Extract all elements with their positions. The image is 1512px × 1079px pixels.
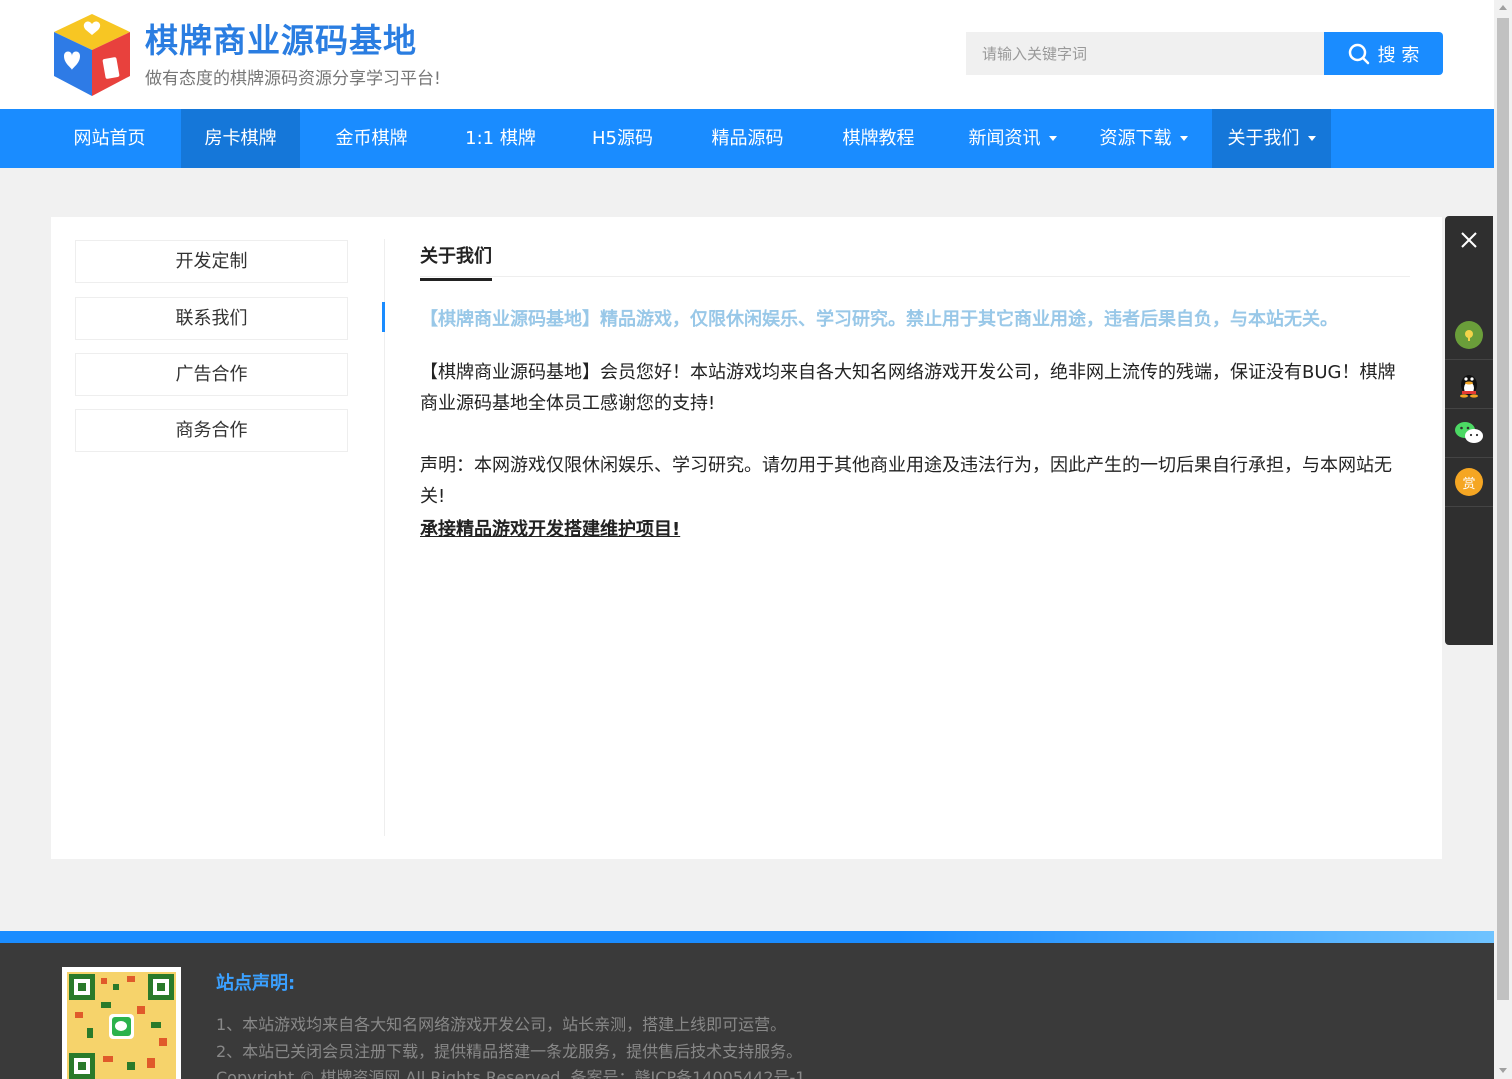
scroll-thumb[interactable] — [1497, 18, 1509, 1000]
sidebar-item-custom-dev[interactable]: 开发定制 — [75, 240, 348, 283]
wechat-qr-code — [62, 967, 181, 1079]
disclaimer-paragraph: 声明：本网游戏仅限休闲娱乐、学习研究。请勿用于其他商业用途及违法行为，因此产生的… — [420, 455, 1392, 507]
nav-item-premium[interactable]: 精品源码 — [688, 109, 807, 168]
float-btn-mini[interactable] — [1445, 311, 1493, 360]
footer-accent-bar — [0, 931, 1494, 943]
chevron-down-icon — [1048, 135, 1057, 141]
content-panel: 开发定制 联系我们 广告合作 商务合作 关于我们 【棋牌商业源码基地】精品游戏，… — [51, 217, 1442, 859]
search-button[interactable]: 搜 索 — [1324, 32, 1443, 75]
active-indicator — [382, 302, 385, 332]
nav-item-h5[interactable]: H5源码 — [563, 109, 682, 168]
sidebar-item-contact[interactable]: 联系我们 — [75, 297, 348, 340]
footer-line-1: 1、本站游戏均来自各大知名网络游戏开发公司，站长亲测，搭建上线即可运营。 — [216, 1015, 787, 1034]
nav-item-news[interactable]: 新闻资讯 — [953, 109, 1072, 168]
app-icon — [1455, 321, 1483, 349]
qq-icon — [1460, 375, 1478, 398]
search-icon — [1348, 43, 1369, 64]
scroll-down-icon[interactable] — [1499, 1068, 1507, 1073]
site-slogan: 做有态度的棋牌源码资源分享学习平台! — [145, 69, 441, 89]
footer-title: 站点声明: — [216, 973, 296, 994]
welcome-paragraph: 【棋牌商业源码基地】会员您好！本站游戏均来自各大知名网络游戏开发公司，绝非网上流… — [420, 362, 1396, 414]
float-btn-qq[interactable] — [1445, 360, 1493, 409]
site-header: 棋牌商业源码基地 做有态度的棋牌源码资源分享学习平台! 搜 索 — [0, 0, 1494, 109]
nav-item-tutorials[interactable]: 棋牌教程 — [819, 109, 938, 168]
sidebar-item-business[interactable]: 商务合作 — [75, 409, 348, 452]
sidebar-item-ads[interactable]: 广告合作 — [75, 353, 348, 396]
footer-line-2: 2、本站已关闭会员注册下载，提供精品搭建一条龙服务，提供售后技术支持服务。 — [216, 1042, 803, 1061]
footer-copyright: Copyright © 棋牌资源网 All Rights Reserved. 备… — [216, 1068, 806, 1079]
chevron-down-icon — [1179, 135, 1188, 141]
scroll-up-icon[interactable] — [1499, 5, 1507, 10]
nav-item-about[interactable]: 关于我们 — [1212, 109, 1331, 168]
float-panel: 赏 — [1445, 216, 1493, 645]
chevron-down-icon — [1307, 135, 1316, 141]
nav-item-room-card[interactable]: 房卡棋牌 — [181, 109, 300, 168]
site-footer: 站点声明: 1、本站游戏均来自各大知名网络游戏开发公司，站长亲测，搭建上线即可运… — [0, 943, 1494, 1079]
scrollbar[interactable] — [1494, 0, 1512, 1079]
site-title[interactable]: 棋牌商业源码基地 — [145, 14, 417, 62]
title-divider — [420, 276, 1410, 277]
notice-text: 【棋牌商业源码基地】精品游戏，仅限休闲娱乐、学习研究。禁止用于其它商业用途，违者… — [420, 309, 1338, 330]
nav-item-downloads[interactable]: 资源下载 — [1084, 109, 1203, 168]
qr-code-icon — [67, 972, 176, 1079]
logo-icon[interactable] — [50, 12, 134, 98]
dev-project-link[interactable]: 承接精品游戏开发搭建维护项目! — [420, 515, 680, 541]
reward-icon: 赏 — [1455, 468, 1483, 496]
main-nav: 网站首页 房卡棋牌 金币棋牌 1:1 棋牌 H5源码 精品源码 棋牌教程 新闻资… — [0, 109, 1494, 168]
search-button-label: 搜 索 — [1377, 44, 1420, 66]
search-input[interactable] — [966, 32, 1324, 75]
nav-item-gold-coin[interactable]: 金币棋牌 — [312, 109, 431, 168]
nav-item-home[interactable]: 网站首页 — [50, 109, 169, 168]
nav-item-one-to-one[interactable]: 1:1 棋牌 — [441, 109, 560, 168]
float-btn-wechat[interactable] — [1445, 409, 1493, 458]
wechat-icon — [1455, 422, 1483, 443]
close-icon[interactable] — [1459, 230, 1479, 250]
float-btn-reward[interactable]: 赏 — [1445, 458, 1493, 507]
